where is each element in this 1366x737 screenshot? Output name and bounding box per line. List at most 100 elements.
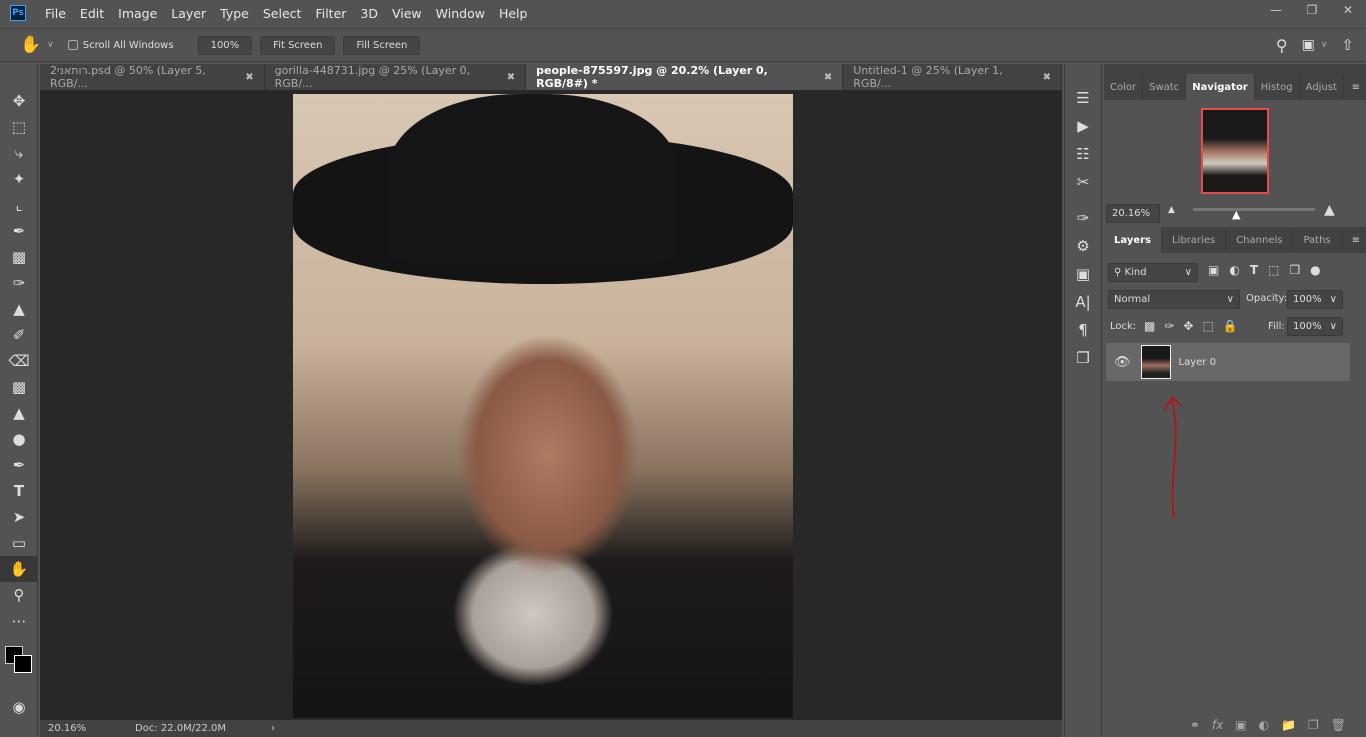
type-filter-icon[interactable]: T — [1250, 263, 1258, 277]
paragraph-icon[interactable]: ¶ — [1065, 316, 1101, 344]
blur-tool-icon[interactable]: ▲ — [0, 400, 38, 426]
adjustment-layer-icon[interactable]: ◐ — [1259, 718, 1269, 732]
menu-3d[interactable]: 3D — [353, 6, 385, 21]
navigator-thumbnail[interactable] — [1201, 108, 1269, 194]
document-image[interactable] — [293, 94, 793, 718]
new-group-icon[interactable]: 📁 — [1281, 718, 1296, 732]
3d-icon[interactable]: ▣ — [1065, 260, 1101, 288]
tab-document[interactable]: gorilla-448731.jpg @ 25% (Layer 0, RGB/.… — [264, 64, 527, 90]
tab-document[interactable]: Untitled-1 @ 25% (Layer 1, RGB/... ✖ — [843, 64, 1062, 90]
stamp-tool-icon[interactable]: ▲ — [0, 296, 38, 322]
brush-tool-icon[interactable]: ✑ — [0, 270, 38, 296]
share-icon[interactable]: ⇧ — [1341, 36, 1354, 54]
lock-artboard-icon[interactable]: ⬚ — [1202, 319, 1213, 333]
eyedropper-tool-icon[interactable]: ✒ — [0, 218, 38, 244]
menu-type[interactable]: Type — [213, 6, 256, 21]
add-mask-icon[interactable]: ▣ — [1235, 718, 1246, 732]
tab-navigator[interactable]: Navigator — [1186, 74, 1255, 100]
tab-adjustments[interactable]: Adjust — [1300, 74, 1344, 100]
crop-tool-icon[interactable]: ⌞ — [0, 192, 38, 218]
close-icon[interactable]: ✖ — [824, 72, 832, 83]
lock-pixels-icon[interactable]: ✑ — [1164, 319, 1174, 333]
chevron-down-icon[interactable]: ∨ — [1330, 294, 1337, 305]
tool-presets-icon[interactable]: ☷ — [1065, 140, 1101, 168]
pixel-filter-icon[interactable]: ▣ — [1208, 263, 1219, 277]
search-icon[interactable]: ⚲ — [1276, 36, 1288, 55]
fx-icon[interactable]: fx — [1212, 718, 1223, 732]
adjustment-filter-icon[interactable]: ◐ — [1229, 263, 1239, 277]
eraser-tool-icon[interactable]: ⌫ — [0, 348, 38, 374]
lock-all-icon[interactable]: 🔒 — [1223, 319, 1238, 333]
menu-view[interactable]: View — [385, 6, 429, 21]
menu-help[interactable]: Help — [492, 6, 535, 21]
tab-channels[interactable]: Channels — [1226, 227, 1294, 253]
fill-screen-button[interactable]: Fill Screen — [343, 35, 421, 55]
tab-paths[interactable]: Paths — [1293, 227, 1342, 253]
blend-mode-select[interactable]: Normal ∨ — [1108, 290, 1240, 309]
tab-layers[interactable]: Layers — [1104, 227, 1162, 253]
character-icon[interactable]: A| — [1065, 288, 1101, 316]
smart-object-filter-icon[interactable]: ❐ — [1289, 263, 1300, 277]
hand-tool-icon[interactable]: ✋ — [20, 35, 41, 55]
menu-filter[interactable]: Filter — [308, 6, 353, 21]
menu-edit[interactable]: Edit — [73, 6, 111, 21]
path-selection-tool-icon[interactable]: ➤ — [0, 504, 38, 530]
quick-mask-icon[interactable]: ◉ — [0, 694, 38, 720]
rectangle-tool-icon[interactable]: ▭ — [0, 530, 38, 556]
pen-tool-icon[interactable]: ✒ — [0, 452, 38, 478]
chevron-down-icon[interactable]: ∨ — [1330, 321, 1337, 332]
zoom-tool-icon[interactable]: ⚲ — [0, 582, 38, 608]
history-brush-tool-icon[interactable]: ✐ — [0, 322, 38, 348]
close-icon[interactable]: ✖ — [1043, 72, 1051, 83]
scroll-all-windows-checkbox[interactable] — [67, 40, 78, 50]
more-tools-icon[interactable]: ⋯ — [0, 608, 38, 634]
eye-icon[interactable]: 👁 — [1114, 355, 1131, 370]
tab-document-active[interactable]: people-875597.jpg @ 20.2% (Layer 0, RGB/… — [526, 64, 844, 90]
marquee-tool-icon[interactable]: ⬚ — [0, 114, 38, 140]
shape-filter-icon[interactable]: ⬚ — [1268, 263, 1279, 277]
fit-screen-button[interactable]: Fit Screen — [260, 35, 336, 55]
close-icon[interactable]: ✖ — [245, 72, 253, 83]
slider-handle[interactable]: ▲ — [1232, 208, 1240, 221]
delete-layer-icon[interactable]: 🗑 — [1331, 718, 1346, 732]
layer-name[interactable]: Layer 0 — [1179, 357, 1216, 368]
layer-filter-select[interactable]: ⚲ Kind ∨ — [1108, 263, 1198, 282]
magic-wand-tool-icon[interactable]: ✦ — [0, 166, 38, 192]
panel-menu-icon[interactable]: ≡ — [1352, 227, 1366, 253]
background-color[interactable] — [14, 655, 32, 673]
lasso-tool-icon[interactable]: ⤷ — [0, 140, 38, 166]
link-layers-icon[interactable]: ⚭ — [1190, 718, 1200, 732]
navigator-zoom-slider[interactable] — [1193, 208, 1315, 211]
menu-layer[interactable]: Layer — [164, 6, 213, 21]
zoom-100-button[interactable]: 100% — [197, 35, 253, 55]
actions-play-icon[interactable]: ▶ — [1065, 112, 1101, 140]
tab-swatches[interactable]: Swatc — [1143, 74, 1187, 100]
fill-field[interactable]: 100% ∨ — [1287, 317, 1343, 336]
new-layer-icon[interactable]: ❐ — [1308, 718, 1319, 732]
clone-source-icon[interactable]: ✂ — [1065, 168, 1101, 196]
close-icon[interactable]: ✖ — [507, 72, 515, 83]
status-zoom[interactable]: 20.16% — [40, 723, 90, 734]
minimize-icon[interactable]: — — [1258, 0, 1294, 20]
menu-file[interactable]: File — [38, 6, 73, 21]
lock-transparency-icon[interactable]: ▩ — [1144, 319, 1155, 333]
panel-menu-icon[interactable]: ≡ — [1352, 74, 1366, 100]
brush-settings-icon[interactable]: ✑ — [1065, 204, 1101, 232]
filter-toggle-icon[interactable]: ● — [1310, 263, 1320, 277]
tab-libraries[interactable]: Libraries — [1162, 227, 1227, 253]
gradient-tool-icon[interactable]: ▩ — [0, 374, 38, 400]
properties-icon[interactable]: ⚙ — [1065, 232, 1101, 260]
dodge-tool-icon[interactable]: ● — [0, 426, 38, 452]
type-tool-icon[interactable]: T — [0, 478, 38, 504]
workspace-icon[interactable]: ▣ — [1302, 37, 1315, 53]
tab-color[interactable]: Color — [1104, 74, 1144, 100]
opacity-field[interactable]: 100% ∨ — [1287, 290, 1343, 309]
menu-window[interactable]: Window — [429, 6, 492, 21]
menu-image[interactable]: Image — [111, 6, 164, 21]
history-icon[interactable]: ☰ — [1065, 84, 1101, 112]
healing-brush-tool-icon[interactable]: ▩ — [0, 244, 38, 270]
paragraph-styles-icon[interactable]: ❐ — [1065, 344, 1101, 372]
layer-row[interactable]: 👁 Layer 0 — [1106, 343, 1350, 381]
zoom-out-icon[interactable]: ▲ — [1168, 205, 1175, 215]
hand-tool-icon[interactable]: ✋ — [0, 556, 38, 582]
